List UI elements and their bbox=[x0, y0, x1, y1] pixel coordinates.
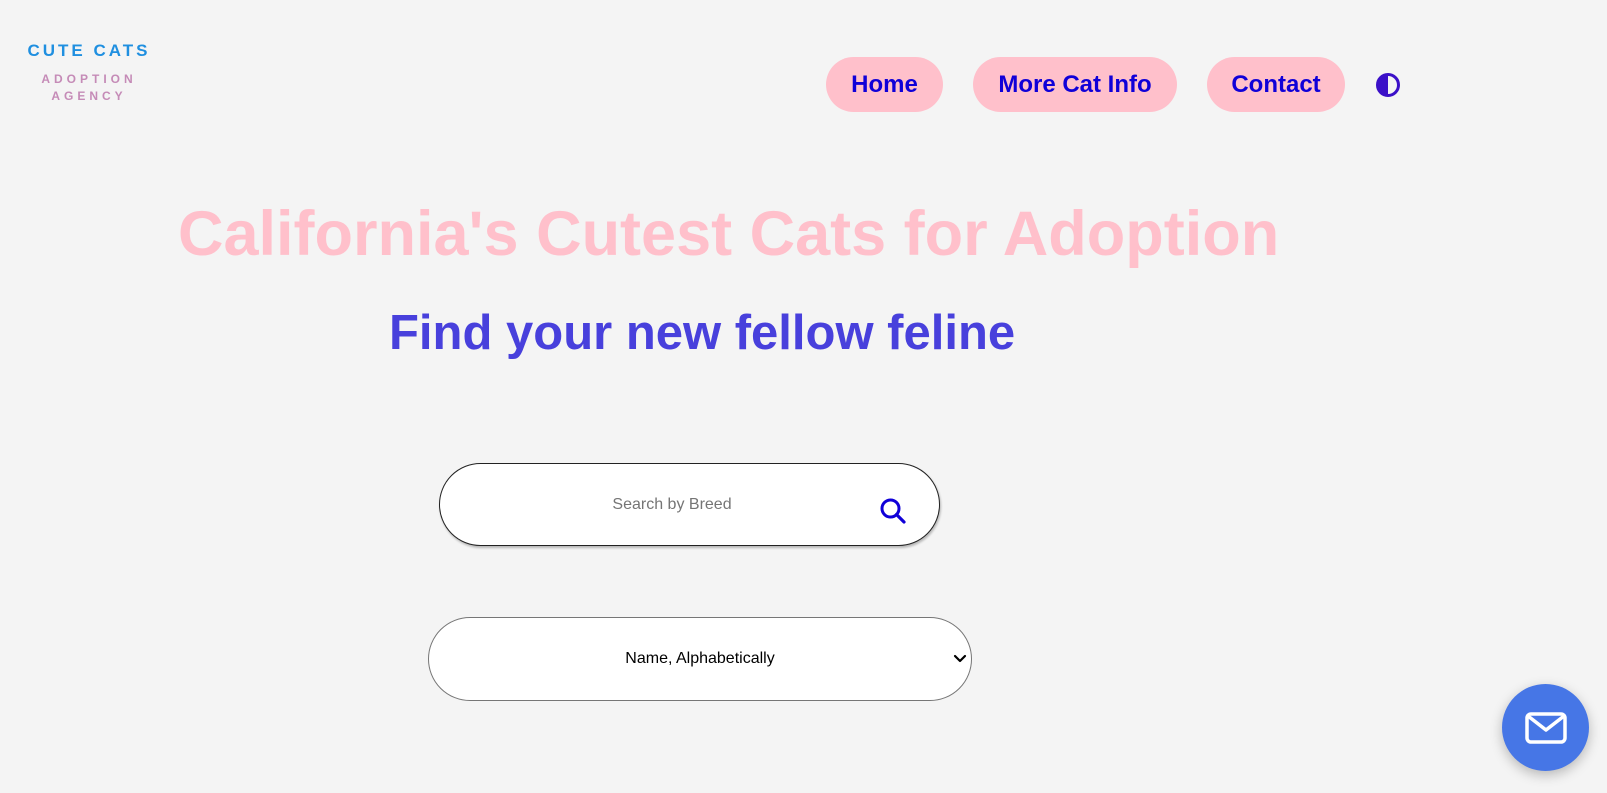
logo-subtitle-line2: AGENCY bbox=[51, 89, 127, 103]
logo-title: CUTE CATS bbox=[27, 41, 151, 60]
logo[interactable]: CUTE CATS ADOPTION AGENCY bbox=[24, 40, 154, 105]
search-input[interactable] bbox=[480, 484, 864, 526]
sort-selected-value: Name, Alphabetically bbox=[625, 650, 775, 667]
main-nav: Home More Cat Info Contact bbox=[826, 57, 1401, 112]
page-title: California's Cutest Cats for Adoption bbox=[178, 199, 1280, 269]
contact-mail-button[interactable] bbox=[1502, 684, 1589, 771]
nav-home-button[interactable]: Home bbox=[826, 57, 943, 112]
search-icon[interactable] bbox=[879, 497, 907, 525]
page-subtitle: Find your new fellow feline bbox=[389, 306, 1016, 360]
logo-subtitle-line1: ADOPTION bbox=[41, 72, 137, 86]
sort-select[interactable]: Name, Alphabetically bbox=[428, 617, 972, 701]
chevron-down-icon bbox=[953, 654, 967, 663]
theme-toggle-button[interactable] bbox=[1375, 72, 1401, 98]
nav-more-cat-info-button[interactable]: More Cat Info bbox=[973, 57, 1177, 112]
search-bar bbox=[439, 463, 940, 546]
logo-subtitle: ADOPTION AGENCY bbox=[24, 71, 154, 105]
contrast-icon bbox=[1376, 72, 1400, 97]
nav-contact-button[interactable]: Contact bbox=[1207, 57, 1345, 112]
envelope-icon bbox=[1524, 711, 1567, 744]
